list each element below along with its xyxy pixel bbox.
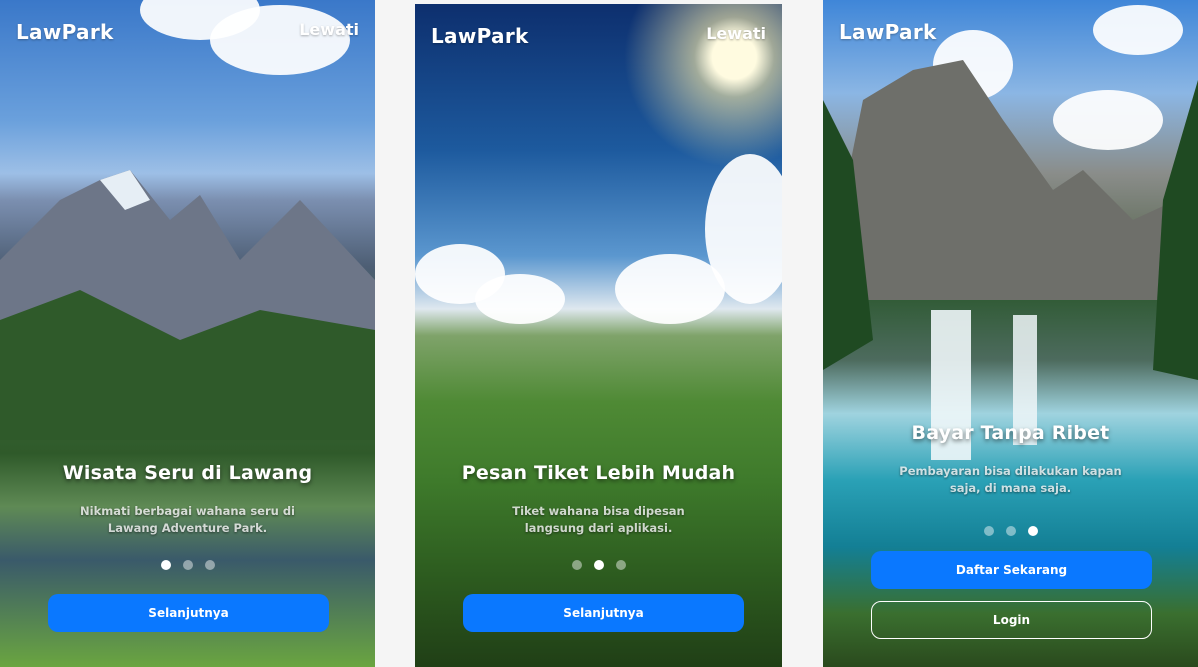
onboarding-title: Pesan Tiket Lebih Mudah xyxy=(461,462,736,484)
brand-logo: LawPark xyxy=(431,24,529,48)
login-button[interactable]: Login xyxy=(871,601,1152,639)
waterfall-background xyxy=(823,60,1198,460)
onboarding-description: Nikmati berbagai wahana seru di Lawang A… xyxy=(80,504,295,535)
skip-link[interactable]: Lewati xyxy=(299,20,359,39)
pagination-dot[interactable] xyxy=(983,526,994,536)
pagination-dot[interactable] xyxy=(182,560,193,570)
onboarding-title: Bayar Tanpa Ribet xyxy=(911,422,1110,444)
cloud-decoration xyxy=(475,274,565,324)
brand-logo: LawPark xyxy=(16,20,114,44)
pagination-dot[interactable] xyxy=(615,560,626,570)
pagination-dot[interactable] xyxy=(204,560,215,570)
pagination-dot[interactable] xyxy=(1005,526,1016,536)
cloud-decoration xyxy=(615,254,725,324)
pagination-dots xyxy=(823,521,1198,536)
onboarding-description: Pembayaran bisa dilakukan kapan saja, di… xyxy=(899,464,1122,495)
pagination-dots xyxy=(415,555,782,570)
pagination-dot[interactable] xyxy=(571,560,582,570)
onboarding-title: Wisata Seru di Lawang xyxy=(62,462,313,484)
pagination-dot[interactable] xyxy=(160,560,171,570)
register-button[interactable]: Daftar Sekarang xyxy=(871,551,1152,589)
brand-logo: LawPark xyxy=(839,20,937,44)
onboarding-screen-2: LawPark Lewati Pesan Tiket Lebih Mudah T… xyxy=(415,4,782,667)
pagination-dot[interactable] xyxy=(593,560,604,570)
pagination-dots xyxy=(0,555,375,570)
next-button[interactable]: Selanjutnya xyxy=(463,594,744,632)
mountain-background xyxy=(0,170,375,440)
cloud-decoration xyxy=(210,5,350,75)
onboarding-description: Tiket wahana bisa dipesan langsung dari … xyxy=(512,504,685,535)
onboarding-screen-1: LawPark Lewati Wisata Seru di Lawang Nik… xyxy=(0,0,375,667)
skip-link[interactable]: Lewati xyxy=(706,24,766,43)
onboarding-screen-3: LawPark Bayar Tanpa Ribet Pembayaran bis… xyxy=(823,0,1198,667)
next-button[interactable]: Selanjutnya xyxy=(48,594,329,632)
pagination-dot[interactable] xyxy=(1027,526,1038,536)
